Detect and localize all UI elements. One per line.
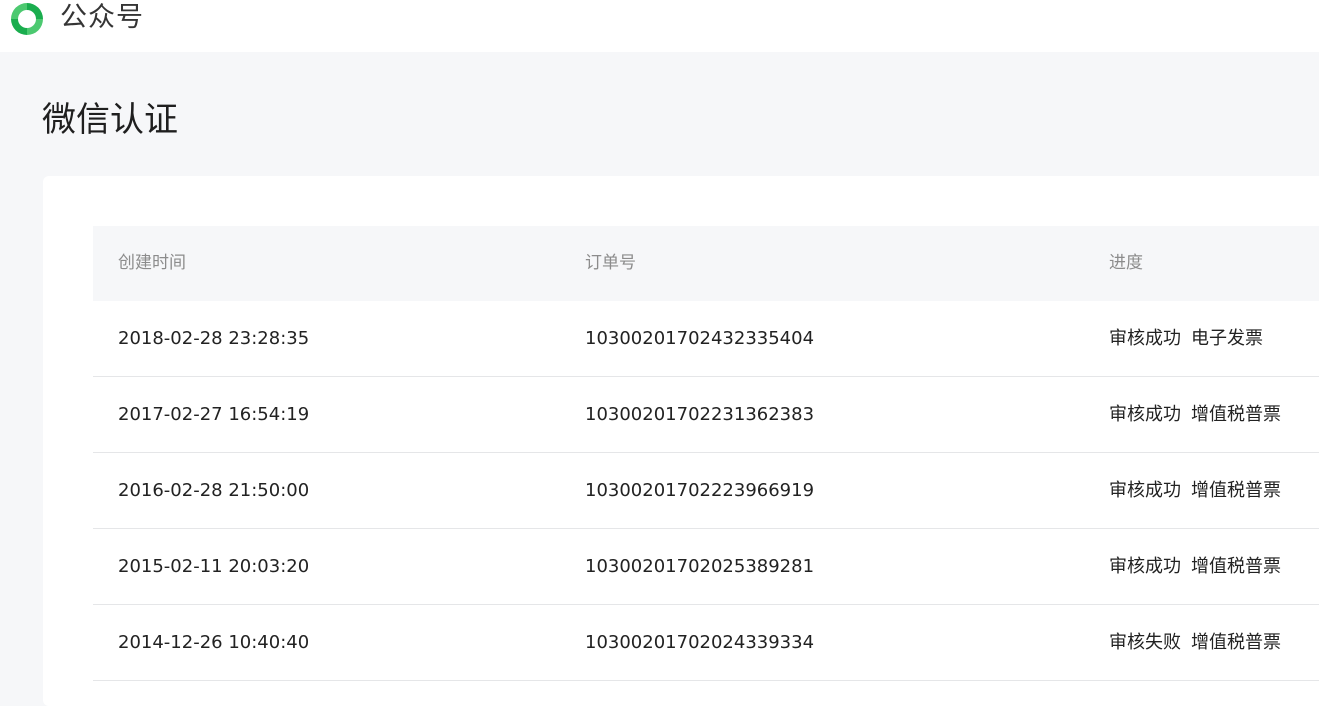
progress-cell: 审核成功 增值税普票 xyxy=(1109,529,1281,604)
table-row: 2018-02-28 23:28:35 10300201702432335404… xyxy=(93,301,1319,377)
review-status: 审核成功 xyxy=(1109,404,1181,425)
order-number: 10300201702025389281 xyxy=(585,556,815,577)
page-title: 微信认证 xyxy=(42,100,178,140)
created-time: 2014-12-26 10:40:40 xyxy=(118,632,310,653)
invoice-type: 电子发票 xyxy=(1191,328,1263,349)
order-number: 10300201702432335404 xyxy=(585,328,815,349)
progress-cell: 审核成功 增值税普票 xyxy=(1109,377,1281,452)
column-header-progress: 进度 xyxy=(1109,253,1143,273)
column-header-order-no: 订单号 xyxy=(585,253,636,273)
order-number: 10300201702231362383 xyxy=(585,404,815,425)
order-number: 10300201702024339334 xyxy=(585,632,815,653)
invoice-type: 增值税普票 xyxy=(1191,480,1281,501)
table-row: 2014-12-26 10:40:40 10300201702024339334… xyxy=(93,605,1319,681)
brand-name: 公众号 xyxy=(60,2,144,33)
table-row: 2015-02-11 20:03:20 10300201702025389281… xyxy=(93,529,1319,605)
review-status: 审核失败 xyxy=(1109,632,1181,653)
invoice-type: 增值税普票 xyxy=(1191,632,1281,653)
top-bar: 公众号 xyxy=(0,0,1319,52)
column-header-created: 创建时间 xyxy=(118,253,186,273)
wechat-official-account-logo-icon[interactable] xyxy=(6,0,48,38)
review-status: 审核成功 xyxy=(1109,480,1181,501)
orders-table: 创建时间 订单号 进度 2018-02-28 23:28:35 10300201… xyxy=(93,226,1319,681)
review-status: 审核成功 xyxy=(1109,556,1181,577)
table-row: 2016-02-28 21:50:00 10300201702223966919… xyxy=(93,453,1319,529)
created-time: 2018-02-28 23:28:35 xyxy=(118,328,310,349)
orders-card: 创建时间 订单号 进度 2018-02-28 23:28:35 10300201… xyxy=(43,176,1319,706)
invoice-type: 增值税普票 xyxy=(1191,404,1281,425)
created-time: 2015-02-11 20:03:20 xyxy=(118,556,310,577)
table-header: 创建时间 订单号 进度 xyxy=(93,226,1319,301)
invoice-type: 增值税普票 xyxy=(1191,556,1281,577)
progress-cell: 审核失败 增值税普票 xyxy=(1109,605,1281,680)
progress-cell: 审核成功 增值税普票 xyxy=(1109,453,1281,528)
progress-cell: 审核成功 电子发票 xyxy=(1109,301,1263,376)
order-number: 10300201702223966919 xyxy=(585,480,815,501)
table-row: 2017-02-27 16:54:19 10300201702231362383… xyxy=(93,377,1319,453)
review-status: 审核成功 xyxy=(1109,328,1181,349)
created-time: 2016-02-28 21:50:00 xyxy=(118,480,310,501)
created-time: 2017-02-27 16:54:19 xyxy=(118,404,310,425)
